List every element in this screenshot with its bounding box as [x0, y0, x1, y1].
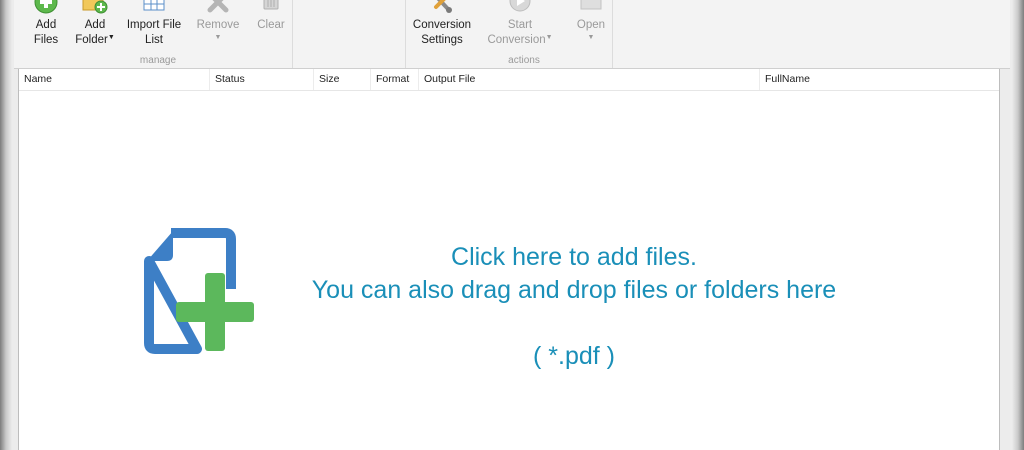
add-folder-label-2: Folder [75, 34, 108, 46]
app-window: Add Files Add Folder▼ Import File List R… [0, 0, 1024, 450]
dropdown-caret-icon: ▼ [107, 34, 115, 41]
start-conversion-label-row: Conversion▼ [486, 33, 554, 48]
add-files-button[interactable]: Add Files [28, 0, 64, 54]
clear-label: Clear [257, 19, 285, 31]
conversion-settings-label-2: Settings [421, 34, 463, 46]
group-label-actions: actions [508, 55, 540, 66]
clear-button[interactable]: Clear [252, 0, 290, 54]
column-header-row: Name Status Size Format Output File Full… [19, 69, 999, 91]
ribbon-separator [292, 0, 293, 68]
drop-zone-message[interactable]: Click here to add files. You can also dr… [219, 241, 929, 373]
start-conversion-label-1: Start [507, 19, 533, 31]
ribbon-group-actions: Conversion Settings Start Conversion▼ Op… [406, 0, 614, 68]
import-file-list-label-1: Import File [126, 19, 182, 31]
open-label: Open [576, 19, 606, 31]
drop-zone-line-1: Click here to add files. [451, 243, 697, 271]
column-header-size[interactable]: Size [314, 69, 371, 90]
remove-label: Remove [196, 19, 240, 31]
file-list-table[interactable]: Name Status Size Format Output File Full… [18, 69, 1000, 450]
drop-zone-line-2: You can also drag and drop files or fold… [311, 276, 837, 304]
dropdown-caret-icon: ▼ [587, 34, 595, 41]
dropdown-caret-icon: ▼ [545, 34, 553, 41]
supported-extensions: ( *.pdf ) [533, 342, 615, 370]
open-button[interactable]: Open ▼ [574, 0, 608, 54]
ribbon-toolbar: Add Files Add Folder▼ Import File List R… [14, 0, 1010, 69]
add-folder-label-1: Add [84, 19, 106, 31]
start-conversion-label-2: Conversion [487, 34, 546, 46]
add-folder-label-row: Folder▼ [74, 33, 116, 48]
start-conversion-button[interactable]: Start Conversion▼ [486, 0, 554, 54]
column-header-status[interactable]: Status [210, 69, 314, 90]
column-header-fullname[interactable]: FullName [760, 69, 999, 90]
conversion-settings-label-1: Conversion [412, 19, 472, 31]
add-files-label-1: Add [35, 19, 57, 31]
import-file-list-label-2: List [145, 34, 163, 46]
import-file-list-button[interactable]: Import File List [122, 0, 186, 54]
remove-button[interactable]: Remove ▼ [194, 0, 242, 54]
add-files-label-2: Files [33, 34, 59, 46]
column-header-format[interactable]: Format [371, 69, 419, 90]
column-header-name[interactable]: Name [19, 69, 210, 90]
dropdown-caret-icon: ▼ [214, 34, 222, 41]
column-header-output-file[interactable]: Output File [419, 69, 760, 90]
file-drop-zone[interactable]: Click here to add files. You can also dr… [19, 91, 999, 450]
ribbon-separator [612, 0, 613, 68]
group-label-manage: manage [139, 55, 177, 66]
add-folder-button[interactable]: Add Folder▼ [74, 0, 116, 54]
conversion-settings-button[interactable]: Conversion Settings [412, 0, 472, 54]
ribbon-group-manage: Add Files Add Folder▼ Import File List R… [14, 0, 292, 68]
